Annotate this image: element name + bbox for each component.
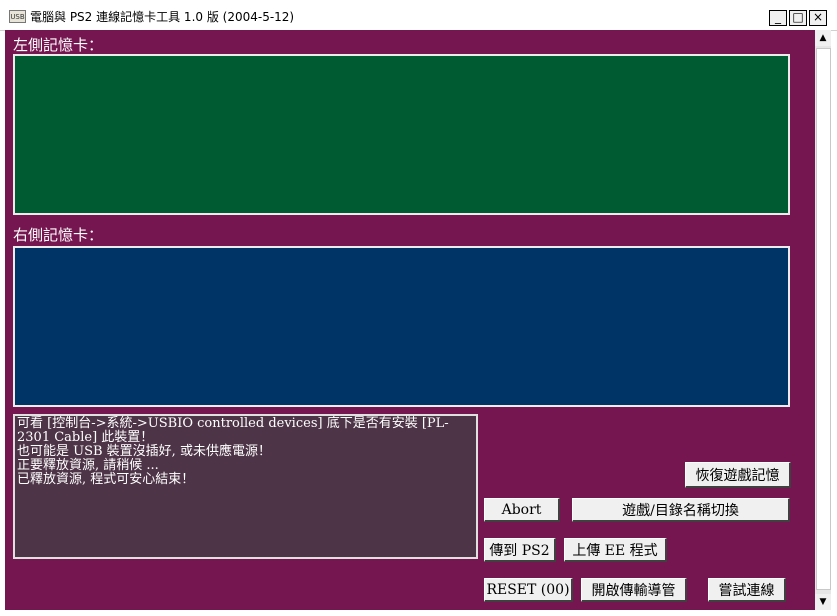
abort-button[interactable]: Abort — [484, 498, 560, 522]
window-title: 電腦與 PS2 連線記憶卡工具 1.0 版 (2004-5-12) — [30, 10, 295, 24]
scroll-up-icon[interactable]: ▲ — [815, 30, 831, 46]
close-button[interactable]: × — [809, 10, 827, 26]
left-card-list[interactable] — [13, 54, 790, 215]
restore-save-button[interactable]: 恢復遊戲記憶 — [685, 462, 791, 488]
main-panel: 左側記憶卡： 右側記憶卡： 可看 [控制台->系統->USBIO control… — [5, 30, 815, 610]
maximize-button[interactable]: □ — [789, 10, 807, 26]
status-log: 可看 [控制台->系統->USBIO controlled devices] 底… — [13, 414, 478, 559]
toggle-names-button[interactable]: 遊戲/目錄名稱切換 — [572, 498, 790, 522]
send-to-ps2-button[interactable]: 傳到 PS2 — [484, 538, 556, 562]
left-card-label: 左側記憶卡： — [13, 36, 104, 54]
scroll-down-icon[interactable]: ▼ — [815, 594, 831, 610]
minimize-button[interactable]: _ — [769, 10, 787, 26]
vertical-scrollbar[interactable]: ▲ ▼ — [815, 30, 831, 610]
log-line: 也可能是 USB 裝置沒插好, 或未供應電源！ — [17, 444, 271, 459]
log-line: 已釋放資源, 程式可安心結束！ — [17, 472, 195, 487]
upload-ee-button[interactable]: 上傳 EE 程式 — [564, 538, 667, 562]
try-connect-button[interactable]: 嘗試連線 — [708, 578, 786, 602]
right-card-list[interactable] — [13, 246, 790, 407]
scroll-thumb[interactable] — [816, 48, 831, 590]
title-bar: USB 電腦與 PS2 連線記憶卡工具 1.0 版 (2004-5-12) _ … — [0, 0, 837, 31]
open-pipe-button[interactable]: 開啟傳輸導管 — [581, 578, 687, 602]
log-line: 正要釋放資源, 請稍候 ... — [17, 458, 159, 473]
usb-app-icon: USB — [9, 10, 26, 23]
log-line: 可看 [控制台->系統->USBIO controlled devices] 底… — [17, 416, 449, 445]
reset-button[interactable]: RESET (00) — [484, 578, 573, 602]
right-card-label: 右側記憶卡： — [13, 226, 104, 244]
